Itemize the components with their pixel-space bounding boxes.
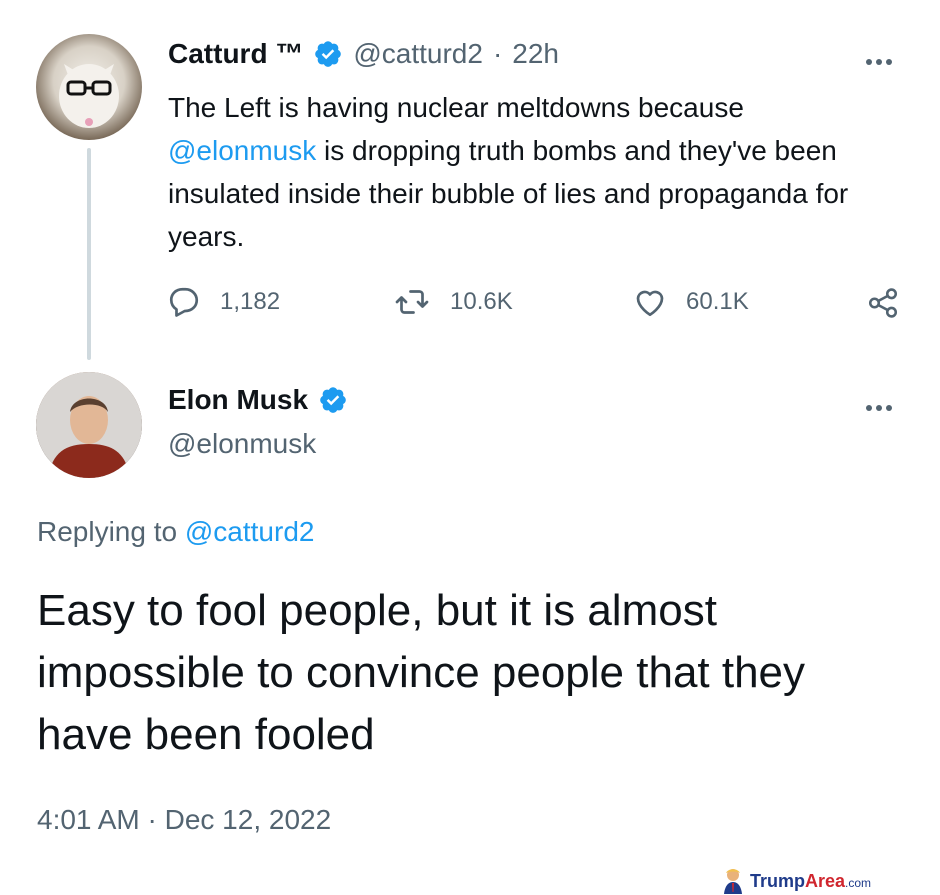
reply-button[interactable]: 1,182 (166, 284, 280, 320)
replying-to-line: Replying to @catturd2 (37, 515, 314, 549)
tweet2-display-name[interactable]: Elon Musk (168, 384, 308, 416)
reply-count: 1,182 (220, 288, 281, 315)
verified-badge-icon (315, 41, 342, 67)
watermark-domain: .com (845, 875, 872, 890)
tweet2-handle[interactable]: @elonmusk (168, 428, 316, 460)
thread-connector-line (87, 148, 91, 360)
watermark-brand-trump: Trump (750, 870, 806, 891)
tweet1-display-name[interactable]: Catturd ™ (168, 38, 303, 70)
like-button[interactable]: 60.1K (632, 284, 749, 320)
replying-to-mention-link[interactable]: @catturd2 (185, 516, 315, 547)
tweet1-separator: · (492, 38, 503, 69)
tweet1-header: Catturd ™ @catturd2 · 22h (168, 38, 559, 70)
share-icon (868, 288, 898, 318)
tweet1-text: The Left is having nuclear meltdowns bec… (168, 86, 868, 258)
heart-icon (636, 290, 664, 317)
reply-icon (169, 287, 199, 317)
like-count: 60.1K (686, 288, 749, 315)
trumparea-watermark: TrumpArea.com (722, 868, 871, 894)
watermark-figure-icon (724, 869, 742, 894)
tweet2-header: Elon Musk (168, 384, 348, 416)
tweet2-more-icon[interactable] (866, 398, 900, 411)
replying-to-label: Replying to (37, 516, 178, 547)
elonmusk-avatar[interactable] (36, 372, 142, 478)
tweet2-timestamp[interactable]: 4:01 AM · Dec 12, 2022 (37, 803, 331, 837)
cat-avatar-image (59, 64, 119, 128)
watermark-brand-area: Area (805, 870, 846, 891)
share-button[interactable] (866, 286, 900, 320)
elon-avatar-image (36, 372, 142, 478)
retweet-count: 10.6K (450, 288, 513, 315)
tweet1-handle[interactable]: @catturd2 (353, 38, 483, 70)
tweet1-more-icon[interactable] (866, 52, 900, 65)
tweet1-text-before: The Left is having nuclear meltdowns bec… (168, 92, 744, 123)
retweet-button[interactable]: 10.6K (392, 284, 513, 320)
tweet1-time[interactable]: 22h (512, 38, 559, 70)
tweet2-text: Easy to fool people, but it is almost im… (37, 586, 806, 759)
catturd-avatar[interactable] (36, 34, 142, 140)
tweet1-mention-link[interactable]: @elonmusk (168, 135, 316, 166)
verified-badge-icon (320, 387, 346, 413)
retweet-icon (395, 290, 429, 314)
